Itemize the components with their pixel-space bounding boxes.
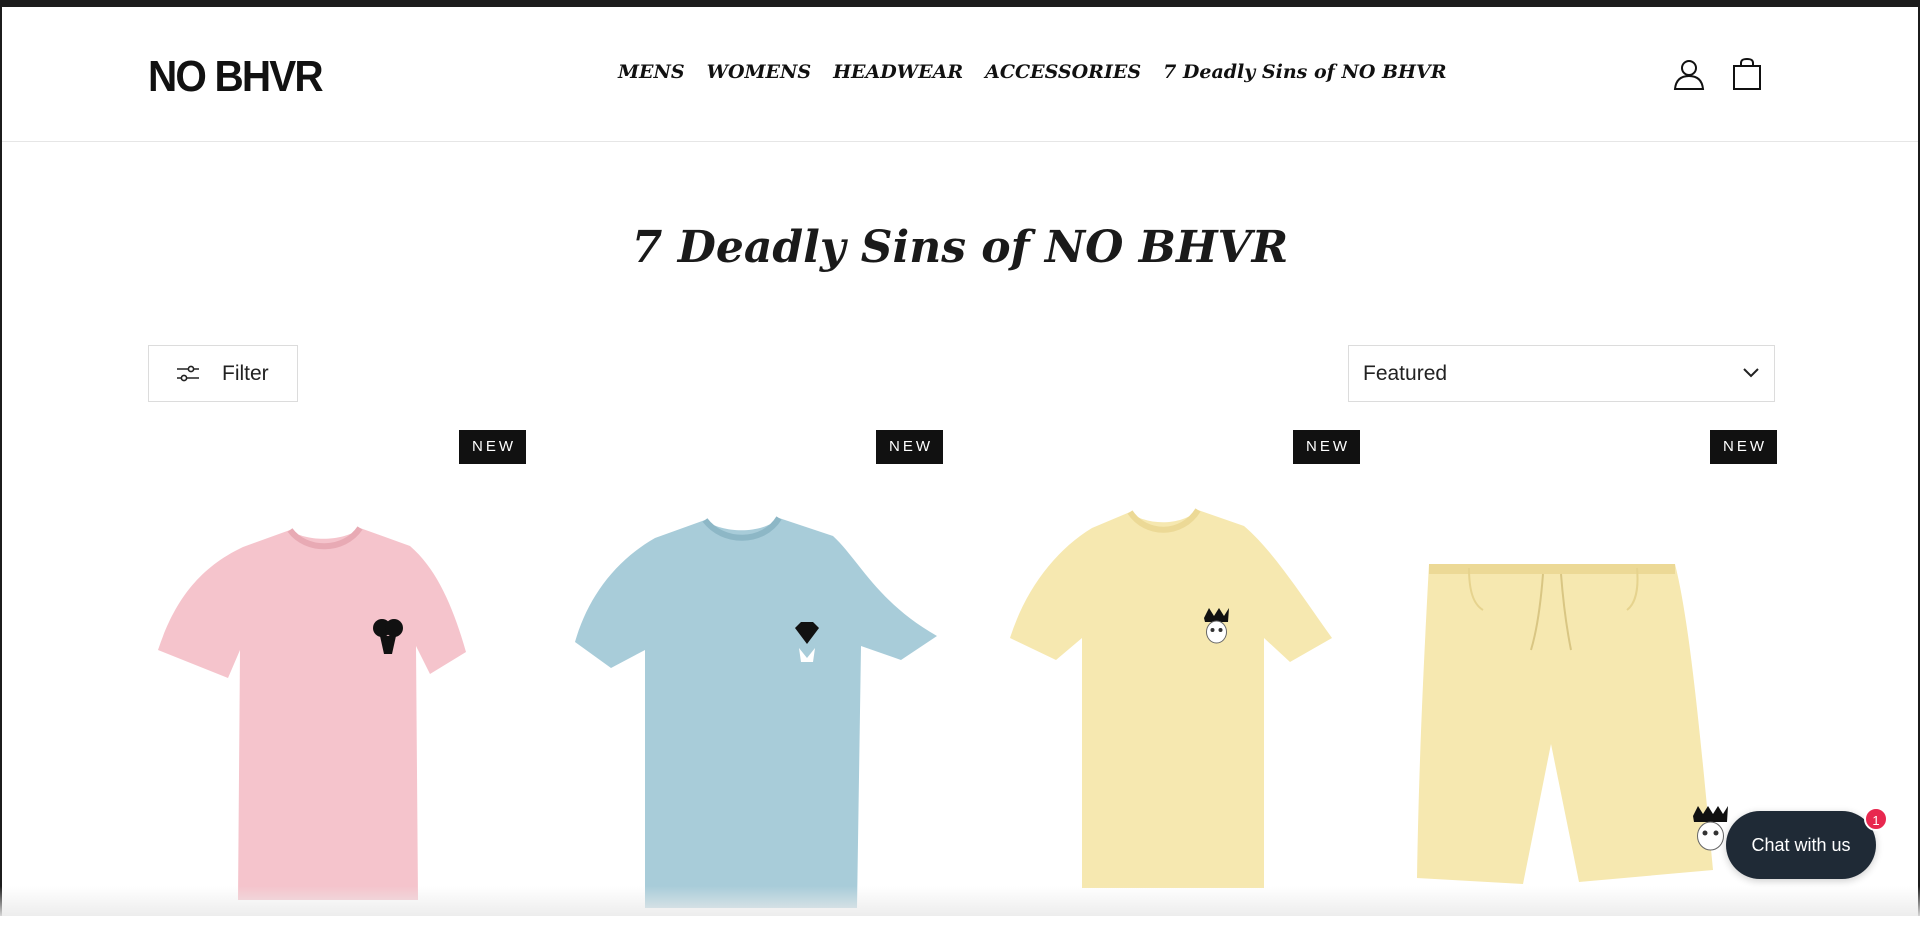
nav-item-headwear[interactable]: HEADWEAR (833, 59, 963, 85)
new-badge: NEW (1293, 430, 1360, 464)
sort-value: Featured (1363, 362, 1448, 385)
top-bar (0, 0, 1920, 7)
site-logo[interactable]: NO BHVR (148, 51, 324, 103)
filter-label: Filter (222, 362, 269, 385)
new-badge: NEW (459, 430, 526, 464)
product-image-yellow-shorts (1417, 564, 1728, 884)
window-edge-left (0, 7, 2, 916)
cart-icon[interactable] (1730, 57, 1764, 91)
main-nav: MENS WOMENS HEADWEAR ACCESSORIES 7 Deadl… (618, 59, 1447, 85)
site-header: NO BHVR MENS WOMENS HEADWEAR ACCESSORIES… (2, 7, 1918, 142)
account-icon[interactable] (1672, 57, 1706, 91)
chevron-down-icon (1743, 368, 1759, 378)
product-card[interactable]: NEW (565, 430, 943, 916)
chat-button[interactable]: Chat with us (1726, 811, 1876, 879)
filter-button[interactable]: Filter (148, 345, 298, 402)
nav-item-accessories[interactable]: ACCESSORIES (985, 59, 1141, 85)
product-image-yellow-tshirt (1010, 508, 1332, 888)
nav-item-womens[interactable]: WOMENS (707, 59, 812, 85)
nav-item-7-deadly-sins[interactable]: 7 Deadly Sins of NO BHVR (1163, 59, 1446, 85)
product-image-pink-tshirt (158, 526, 466, 900)
nav-item-mens[interactable]: MENS (618, 59, 685, 85)
new-badge: NEW (1710, 430, 1777, 464)
sort-select[interactable]: Featured (1348, 345, 1775, 402)
filter-sliders-icon (177, 365, 199, 382)
chat-notification-badge: 1 (1864, 807, 1888, 831)
product-card[interactable]: NEW (148, 430, 526, 916)
product-card[interactable]: NEW (1399, 430, 1777, 916)
new-badge: NEW (876, 430, 943, 464)
product-image-blue-tshirt (575, 516, 937, 908)
bottom-fade (0, 886, 1920, 916)
page-title: 7 Deadly Sins of NO BHVR (631, 222, 1289, 273)
product-card[interactable]: NEW (982, 430, 1360, 916)
